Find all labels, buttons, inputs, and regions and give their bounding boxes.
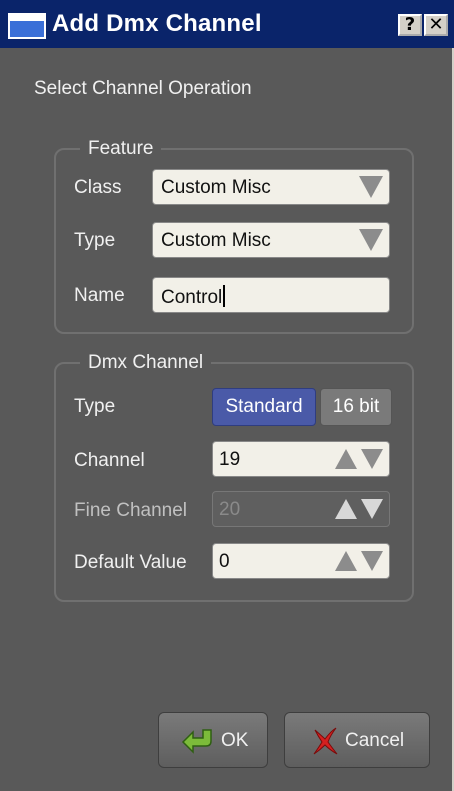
cancel-label: Cancel (345, 730, 405, 751)
name-field[interactable]: Control (152, 277, 390, 313)
red-x-icon (313, 727, 338, 755)
feature-group-title: Feature (80, 138, 162, 160)
window-title: Add Dmx Channel (52, 10, 262, 37)
class-combo-value: Custom Misc (161, 177, 271, 198)
fine-channel-value: 20 (219, 499, 241, 520)
help-button[interactable]: ? (398, 14, 422, 36)
type-label: Type (74, 230, 116, 251)
chevron-down-icon[interactable] (359, 229, 383, 251)
dmx-type-label: Type (74, 396, 116, 417)
ok-button[interactable]: OK (158, 712, 268, 768)
arrow-up-icon (335, 499, 357, 519)
type-16bit-button[interactable]: 16 bit (320, 388, 392, 426)
channel-spinbox[interactable]: 19 (212, 441, 390, 477)
name-value: Control (161, 287, 223, 308)
name-field-text: Control (161, 285, 226, 309)
cancel-button[interactable]: Cancel (284, 712, 430, 768)
arrow-down-icon[interactable] (361, 449, 383, 469)
type-standard-button[interactable]: Standard (212, 388, 316, 426)
text-caret (223, 285, 226, 307)
arrow-up-icon[interactable] (335, 551, 357, 571)
dialog-window: Add Dmx Channel ? ✕ Select Channel Opera… (0, 0, 454, 791)
window-icon (8, 13, 46, 39)
default-value-spinbox[interactable]: 0 (212, 543, 390, 579)
chevron-down-icon[interactable] (359, 176, 383, 198)
instruction-text: Select Channel Operation (34, 78, 252, 99)
type-combo[interactable]: Custom Misc (152, 222, 390, 258)
green-arrow-icon (181, 729, 212, 754)
close-button[interactable]: ✕ (424, 14, 448, 36)
class-combo[interactable]: Custom Misc (152, 169, 390, 205)
fine-channel-label: Fine Channel (74, 500, 188, 521)
ok-label: OK (221, 730, 249, 751)
channel-label: Channel (74, 450, 145, 471)
arrow-down-icon (361, 499, 383, 519)
default-value: 0 (219, 551, 230, 572)
arrow-up-icon[interactable] (335, 449, 357, 469)
default-value-label: Default Value (74, 552, 187, 573)
name-label: Name (74, 285, 125, 306)
arrow-down-icon[interactable] (361, 551, 383, 571)
type-combo-value: Custom Misc (161, 230, 271, 251)
title-bar[interactable]: Add Dmx Channel ? ✕ (0, 0, 454, 48)
dmx-group-title: Dmx Channel (80, 352, 212, 374)
fine-channel-spinbox: 20 (212, 491, 390, 527)
class-label: Class (74, 177, 122, 198)
channel-value: 19 (219, 449, 241, 470)
